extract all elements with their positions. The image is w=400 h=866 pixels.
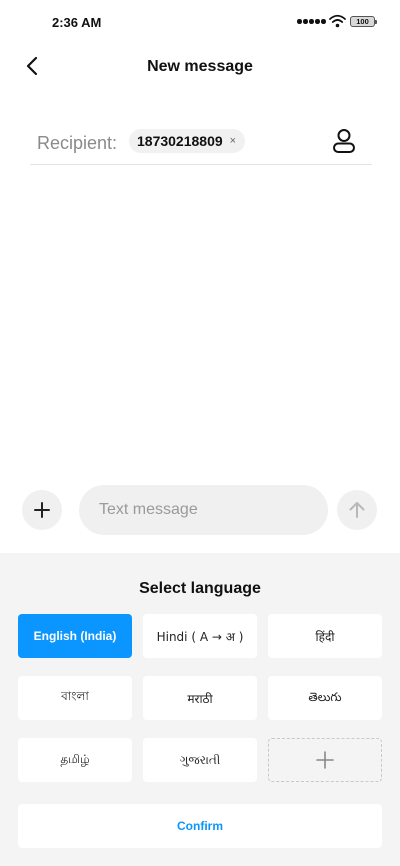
language-option-marathi[interactable]: मराठी [143,676,257,720]
plus-icon [34,502,50,518]
sheet-title: Select language [139,580,261,597]
person-icon[interactable] [332,128,356,154]
add-attachment-button[interactable] [22,490,62,530]
confirm-button[interactable]: Confirm [18,804,382,848]
recipient-row[interactable]: Recipient: 18730218809 × [30,118,372,165]
arrow-up-icon [349,502,365,518]
add-language-button[interactable] [268,738,382,782]
status-time: 2:36 AM [52,15,102,30]
language-sheet: Select language English (India) Hindi ( … [0,553,400,866]
language-option-bengali[interactable]: বাংলা [18,676,132,720]
battery-icon: 100 [350,16,377,27]
recipient-label: Recipient: [37,133,118,153]
language-option-hindi-transliteration[interactable]: Hindi ( A → अ ) [143,614,257,658]
language-option-gujarati[interactable]: ગુજરાતી [143,738,257,782]
language-grid: English (India) Hindi ( A → अ ) हिंदी বা… [18,614,382,782]
language-option-hindi[interactable]: हिंदी [268,614,382,658]
plus-icon [316,751,334,769]
send-button[interactable] [337,490,377,530]
wifi-icon [329,14,346,28]
chip-close-icon[interactable]: × [230,135,236,147]
recipient-chip[interactable]: 18730218809 × [129,129,246,153]
page-title: New message [147,58,253,75]
language-option-telugu[interactable]: తెలుగు [268,676,382,720]
language-option-english-india[interactable]: English (India) [18,614,132,658]
recipient-chip-number: 18730218809 [137,133,223,149]
message-input[interactable] [79,485,328,535]
signal-dots-icon [297,19,326,24]
language-option-tamil[interactable]: தமிழ் [18,738,132,782]
status-bar: 2:36 AM 100 [0,0,400,44]
